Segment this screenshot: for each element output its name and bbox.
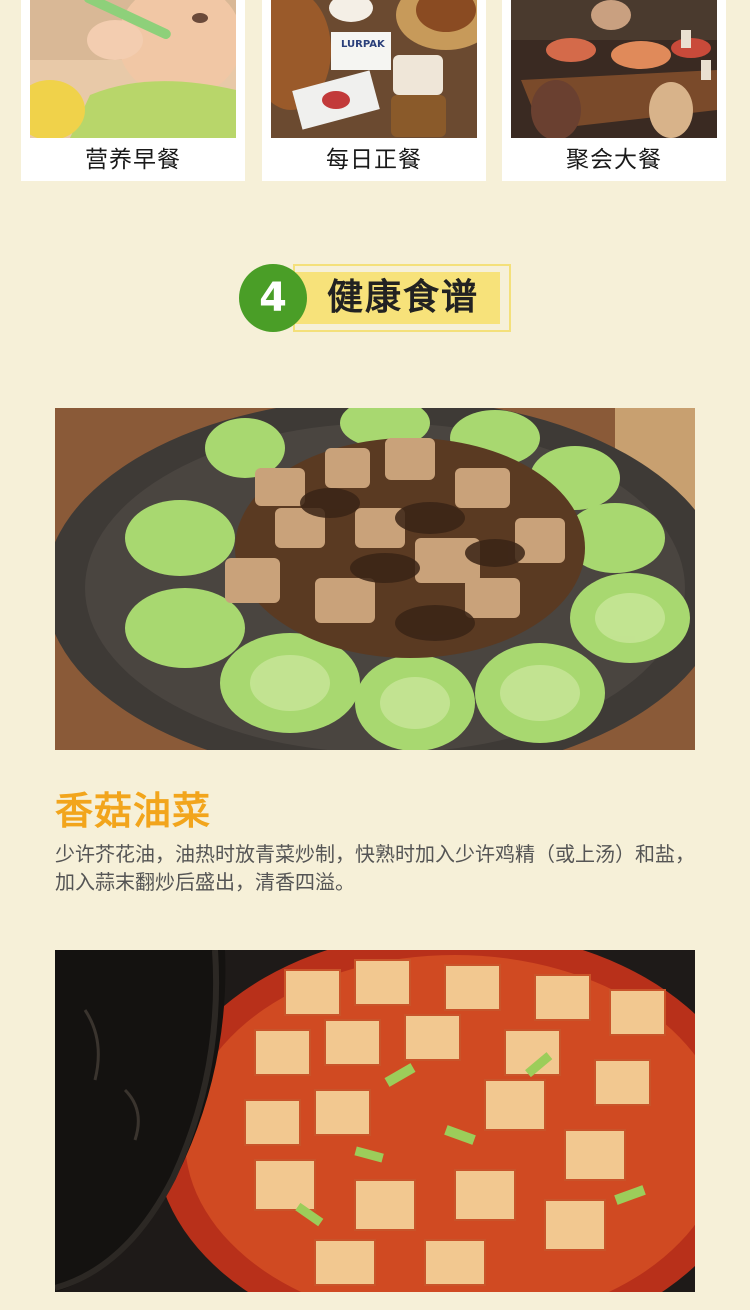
- section-heading: 健康食谱 4: [239, 262, 515, 336]
- meal-card-label: 聚会大餐: [566, 147, 662, 173]
- recipe-photo-mapo-tofu: [55, 950, 695, 1292]
- baby-eating-photo: [30, 0, 236, 138]
- recipe-photo-mushroom-bokchoy: [55, 408, 695, 750]
- recipe-title: 香菇油菜: [55, 789, 212, 833]
- meal-card-daily[interactable]: LURPAK 每日正餐: [262, 0, 486, 181]
- meal-category-cards: 营养早餐 LURPAK 每日正餐 聚会大餐: [0, 0, 750, 185]
- recipe-description: 少许芥花油，油热时放青菜炒制，快熟时加入少许鸡精（或上汤）和盐，加入蒜末翻炒后盛…: [55, 842, 695, 894]
- section-title: 健康食谱: [327, 277, 480, 318]
- section-number-badge: 4: [239, 264, 307, 332]
- meal-card-breakfast[interactable]: 营养早餐: [21, 0, 245, 181]
- party-dinner-photo: [511, 0, 717, 138]
- meal-card-label: 每日正餐: [326, 147, 422, 173]
- meal-card-party[interactable]: 聚会大餐: [502, 0, 726, 181]
- svg-text:LURPAK: LURPAK: [341, 39, 386, 50]
- breakfast-table-photo: LURPAK: [271, 0, 477, 138]
- meal-card-label: 营养早餐: [85, 147, 181, 173]
